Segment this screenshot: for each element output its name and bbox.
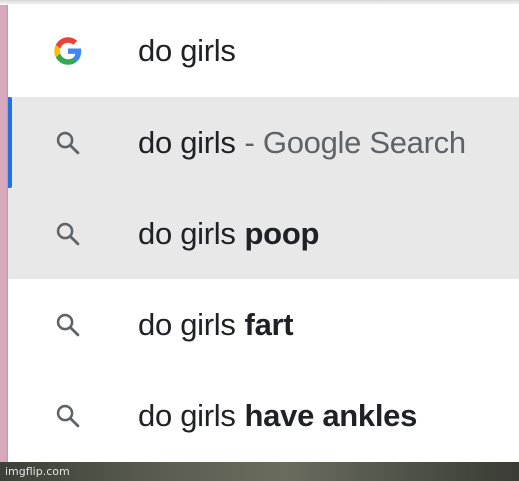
search-icon: [52, 309, 84, 341]
watermark: imgflip.com: [5, 465, 70, 478]
background-image-strip: [0, 462, 519, 481]
suggestion-completion-text: fart: [244, 306, 294, 342]
search-icon: [52, 218, 84, 250]
suggestion-item[interactable]: do girls have ankles: [8, 370, 519, 461]
suggestion-text: do girls - Google Search: [138, 97, 466, 188]
suggestion-text: do girls have ankles: [138, 370, 417, 461]
omnibox-input-row[interactable]: do girls: [8, 4, 519, 97]
suggestion-text: do girls fart: [138, 279, 294, 370]
suggestion-item[interactable]: do girls poop: [8, 188, 519, 279]
suggestion-base-text: do girls: [138, 124, 236, 160]
suggestion-completion-text: have ankles: [244, 397, 418, 433]
suggestion-item[interactable]: do girls fart: [8, 279, 519, 370]
search-icon: [52, 400, 84, 432]
omnibox-dropdown: do girls do girls - Google Search do gir…: [8, 4, 519, 462]
suggestion-google-search[interactable]: do girls - Google Search: [8, 97, 519, 188]
suggestion-base-text: do girls: [138, 397, 236, 433]
screenshot: do girls do girls - Google Search do gir…: [0, 0, 519, 481]
suggestion-base-text: do girls: [138, 215, 236, 251]
suggestion-suffix-text: - Google Search: [244, 124, 467, 160]
omnibox-query-text[interactable]: do girls: [138, 4, 236, 97]
suggestion-completion-text: poop: [244, 215, 320, 251]
suggestion-text: do girls poop: [138, 188, 319, 279]
background-page-edge: [0, 0, 8, 462]
google-g-icon: [52, 35, 84, 67]
selection-indicator: [8, 97, 12, 188]
suggestion-base-text: do girls: [138, 306, 236, 342]
search-icon: [52, 127, 84, 159]
